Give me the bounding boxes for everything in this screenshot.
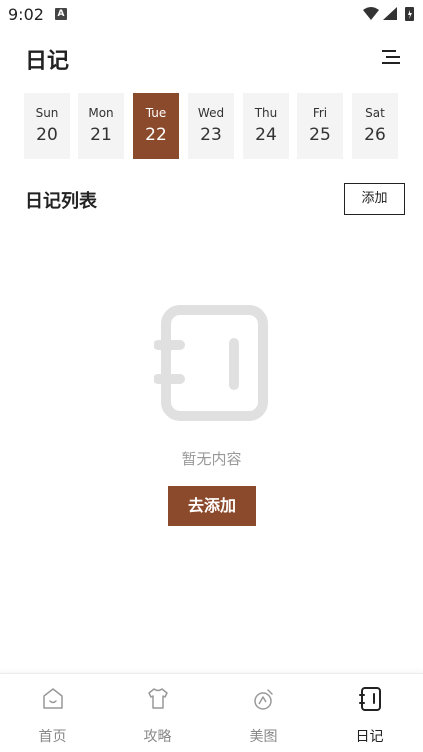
tab-home[interactable]: 首页 <box>0 674 105 752</box>
day-number: 25 <box>309 125 331 145</box>
tab-guide[interactable]: 攻略 <box>105 674 210 752</box>
diary-icon <box>359 687 381 711</box>
diary-list-title: 日记列表 <box>25 191 97 212</box>
add-button[interactable]: 添加 <box>344 183 405 215</box>
day-number: 24 <box>255 125 277 145</box>
tab-diary[interactable]: 日记 <box>317 674 422 752</box>
day-name: Mon <box>88 106 114 120</box>
bottom-tab-bar: 首页 攻略 美图 日记 <box>0 673 423 752</box>
day-cell-mon[interactable]: Mon 21 <box>78 93 124 159</box>
day-name: Sun <box>35 106 59 120</box>
empty-state-text: 暂无内容 <box>181 450 242 468</box>
day-name: Fri <box>312 106 328 120</box>
empty-diary-icon <box>154 305 268 421</box>
day-name: Tue <box>145 106 167 120</box>
go-add-button[interactable]: 去添加 <box>168 486 256 526</box>
day-name: Thu <box>254 106 278 120</box>
tab-label: 首页 <box>38 729 67 745</box>
status-icons <box>363 7 414 21</box>
wifi-icon <box>363 7 379 20</box>
home-icon <box>43 688 63 709</box>
shirt-icon <box>148 688 168 709</box>
tab-label: 美图 <box>249 729 278 745</box>
day-number: 26 <box>364 125 386 145</box>
filter-lines-icon[interactable] <box>380 46 402 68</box>
day-cell-sun[interactable]: Sun 20 <box>24 93 70 159</box>
day-number: 20 <box>36 125 58 145</box>
header: 日记 <box>0 40 423 76</box>
day-cell-wed[interactable]: Wed 23 <box>188 93 234 159</box>
day-name: Wed <box>197 106 225 120</box>
page-title: 日记 <box>25 49 70 74</box>
day-number: 22 <box>145 125 167 145</box>
signal-icon <box>383 7 397 20</box>
tab-label: 攻略 <box>143 729 172 745</box>
day-cell-thu[interactable]: Thu 24 <box>243 93 289 159</box>
status-time: 9:02 <box>8 5 44 24</box>
tab-gallery[interactable]: 美图 <box>211 674 316 752</box>
day-number: 23 <box>200 125 222 145</box>
day-name: Sat <box>365 106 385 120</box>
tab-label: 日记 <box>355 729 384 745</box>
week-date-selector: Sun 20 Mon 21 Tue 22 Wed 23 Thu 24 Fri 2… <box>24 93 398 159</box>
day-number: 21 <box>90 125 112 145</box>
day-cell-fri[interactable]: Fri 25 <box>297 93 343 159</box>
status-bar: 9:02 A <box>0 0 423 30</box>
day-cell-tue[interactable]: Tue 22 <box>133 93 179 159</box>
notification-icon: A <box>55 8 67 20</box>
gallery-icon <box>254 689 273 710</box>
day-cell-sat[interactable]: Sat 26 <box>352 93 398 159</box>
